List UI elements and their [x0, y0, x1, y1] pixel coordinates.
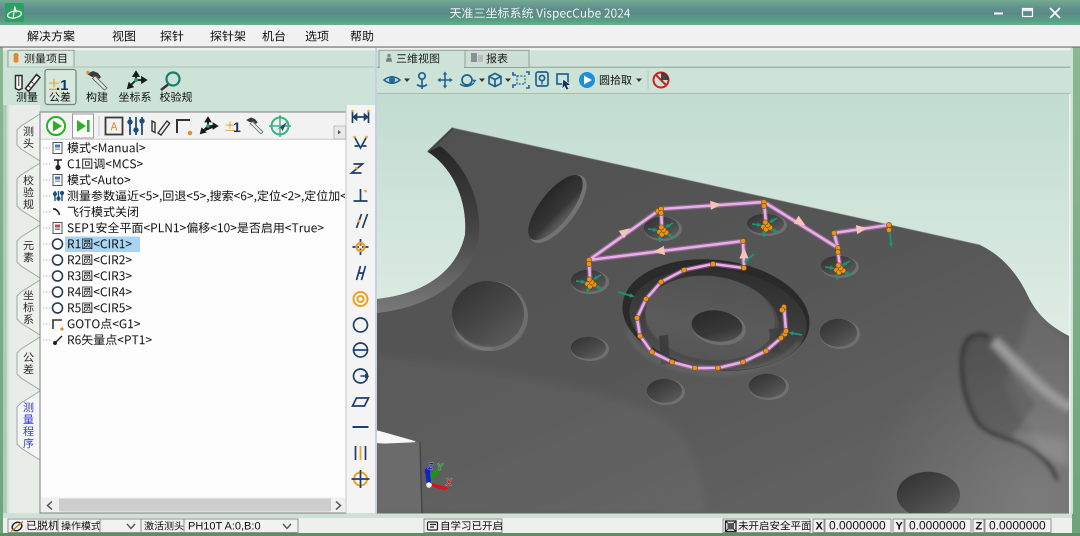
svg-text:0.0000000: 0.0000000 [829, 519, 886, 533]
svg-text:0.0000000: 0.0000000 [989, 519, 1046, 533]
svg-text:1: 1 [233, 119, 241, 135]
svg-text:0.0000000: 0.0000000 [909, 519, 966, 533]
svg-text:PH10T A:0,B:0: PH10T A:0,B:0 [188, 521, 261, 533]
svg-text:Z: Z [976, 521, 983, 533]
svg-text:X: X [816, 521, 824, 533]
svg-text:.1: .1 [56, 77, 69, 94]
svg-text:Z: Z [427, 461, 434, 471]
svg-text:Y: Y [896, 521, 904, 533]
